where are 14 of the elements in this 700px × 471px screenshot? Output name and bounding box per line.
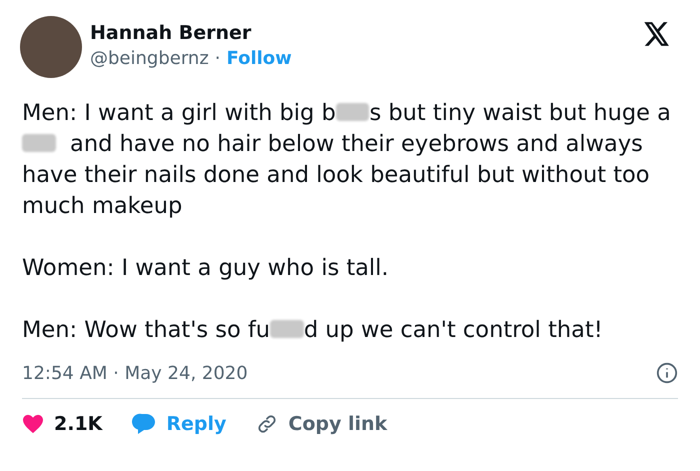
separator-dot: · — [214, 48, 221, 69]
speech-bubble-icon — [132, 413, 156, 435]
x-logo-icon — [644, 22, 670, 46]
link-icon — [256, 413, 278, 435]
tweet-text: Women: I want a guy who is tall. — [22, 254, 390, 283]
info-icon[interactable] — [656, 362, 678, 384]
author-name: Hannah Berner — [90, 22, 252, 44]
tweet-text: Men: Wow that's so fu d up we can't control that! — [22, 316, 604, 345]
like-button[interactable]: 2.1K — [22, 413, 102, 435]
timestamp: 12:54 AM · May 24, 2020 — [22, 362, 248, 384]
author-handle: @beingbernz — [90, 48, 209, 69]
heart-icon — [22, 414, 44, 434]
copy-button[interactable]: Copy link — [256, 413, 388, 435]
tweet-text: Men: I want a girl with big b s but tiny waist but huge a and have no hair below their eyebrows and always have their nails done and look beautiful but without too much makeup — [22, 99, 672, 221]
